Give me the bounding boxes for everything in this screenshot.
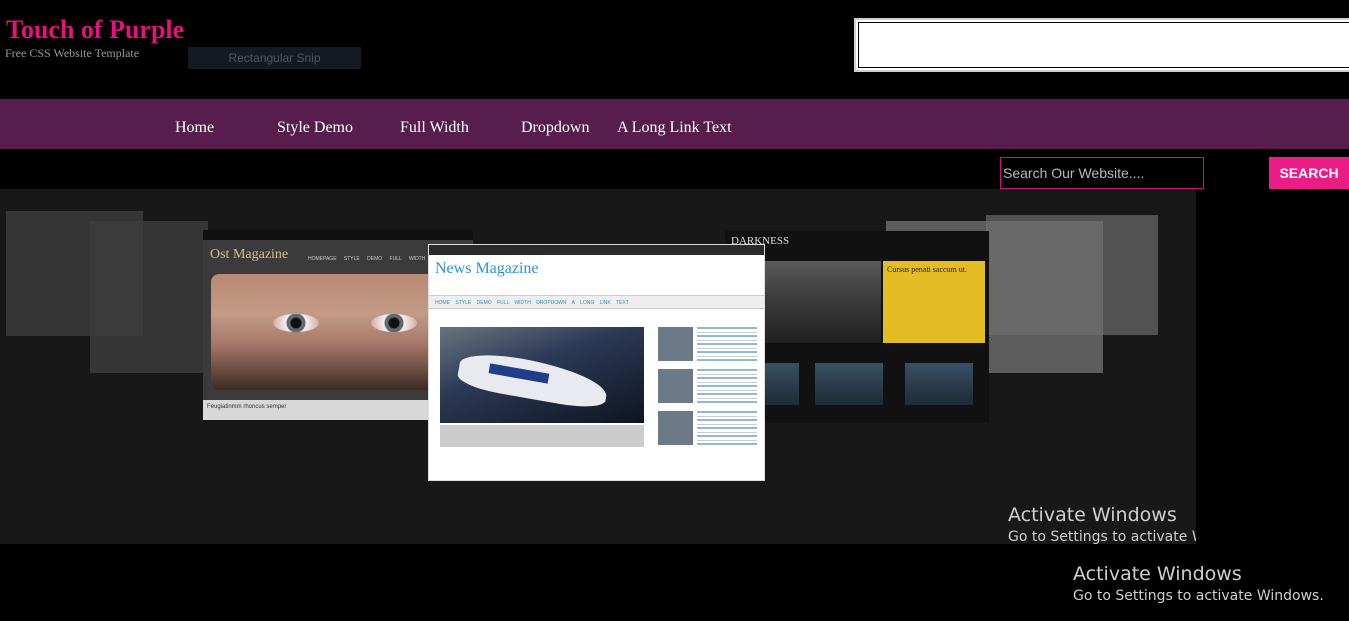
main-nav: Home Style Demo Full Width Dropdown A Lo… <box>0 99 1349 149</box>
activation-heading: Activate Windows <box>1073 563 1242 585</box>
nav-item-dropdown[interactable]: Dropdown <box>521 99 589 157</box>
slide-highlight-text: Cursus penati saccum ut. <box>887 265 967 274</box>
slide-topbar <box>429 245 764 255</box>
slide-thumbnail-strip <box>440 425 644 447</box>
activation-subtext: Go to Settings to activate Windows. <box>1073 588 1324 604</box>
slide-nav: HOME STYLE DEMO FULL WIDTH DROPDOWN A LO… <box>429 295 764 309</box>
rectangular-snip-label: Rectangular Snip <box>188 47 361 69</box>
slide-thumbnail-image <box>815 363 883 405</box>
activation-subtext: Go to Settings to activate Windows. <box>1008 529 1196 545</box>
slide-title: News Magazine <box>435 260 539 277</box>
slide-side-text <box>697 327 757 361</box>
slide-side-image <box>658 411 693 445</box>
site-tagline: Free CSS Website Template <box>5 46 140 60</box>
site-title[interactable]: Touch of Purple <box>6 15 184 45</box>
eye-graphic <box>273 314 319 332</box>
nav-item-home[interactable]: Home <box>175 99 214 157</box>
activation-heading: Activate Windows <box>1008 504 1177 526</box>
search-input[interactable] <box>1000 157 1204 189</box>
nav-item-style-demo[interactable]: Style Demo <box>277 99 353 157</box>
activation-watermark: Activate Windows Go to Settings to activ… <box>1008 504 1196 548</box>
race-car-graphic <box>455 348 611 412</box>
slide-topbar <box>203 230 473 240</box>
activation-watermark: Activate Windows Go to Settings to activ… <box>1073 563 1324 607</box>
search-button[interactable]: SEARCH <box>1269 157 1349 189</box>
slide-highlight-box: Cursus penati saccum ut. <box>883 261 985 343</box>
image-slider[interactable]: Ost Magazine HOMEPAGE STYLE DEMO FULL WI… <box>0 189 1196 544</box>
slide-thumbnail[interactable] <box>90 221 208 373</box>
nav-item-long-link[interactable]: A Long Link Text <box>617 99 732 157</box>
slide-side-text <box>697 411 757 445</box>
nav-item-full-width[interactable]: Full Width <box>400 99 469 157</box>
slide-side-text <box>697 369 757 403</box>
slide-news-magazine[interactable]: News Magazine HOME STYLE DEMO FULL WIDTH… <box>428 244 765 481</box>
slide-side-image <box>658 327 693 361</box>
slide-side-image <box>658 369 693 403</box>
eye-graphic <box>371 314 417 332</box>
slide-thumbnail-image <box>905 363 973 405</box>
slide-title: Ost Magazine <box>210 247 289 262</box>
header-banner-box <box>854 18 1349 72</box>
slide-hero-image <box>440 327 644 423</box>
